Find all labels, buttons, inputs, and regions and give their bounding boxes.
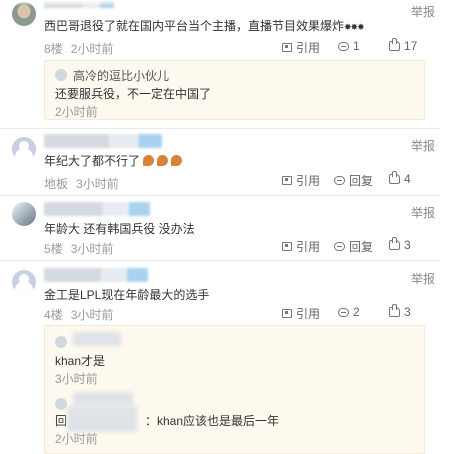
post-time: 3小时前: [70, 308, 114, 322]
reply-text: ：khan应该也是最后一年: [145, 414, 280, 428]
quote-button[interactable]: 引用: [282, 238, 320, 255]
floor-label: 地板: [44, 177, 69, 191]
reply-text: khan才是: [55, 354, 106, 368]
scroll-fade: [0, 0, 449, 6]
post-content: 年纪大了都不行了: [44, 152, 183, 169]
report-link[interactable]: 举报: [411, 270, 435, 287]
reply-time: 3小时前: [55, 372, 98, 386]
quote-button[interactable]: 引用: [282, 39, 320, 56]
post-meta: 5楼 3小时前: [44, 240, 121, 257]
reply-time: 2小时前: [55, 432, 98, 446]
like-button[interactable]: 3: [389, 237, 411, 252]
like-button[interactable]: 17: [389, 38, 417, 53]
quote-icon: [282, 309, 292, 318]
quote-button[interactable]: 引用: [282, 305, 320, 322]
username-blurred: [44, 134, 162, 148]
thumbs-up-icon: [389, 171, 400, 184]
post-content: 西巴哥退役了就在国内平台当个主播，直播节目效果爆炸✸✸✸: [44, 19, 365, 33]
username-blurred: [73, 392, 133, 406]
post-meta: 地板 3小时前: [44, 175, 127, 192]
quote-icon: [282, 176, 292, 185]
reply-username[interactable]: 高冷的逗比小伙儿: [73, 67, 169, 84]
reply-button[interactable]: 回复: [334, 172, 373, 189]
post-content: 年龄大 还有韩国兵役 没办法: [44, 222, 195, 236]
avatar[interactable]: [12, 270, 36, 294]
like-button[interactable]: 3: [389, 304, 411, 319]
reply-button[interactable]: 1: [338, 39, 360, 53]
thumbs-up-icon: [389, 237, 400, 250]
reply-text: 还要服兵役，不一定在中国了: [55, 87, 212, 101]
divider: [0, 195, 440, 196]
drumstick-icon: [143, 155, 155, 166]
avatar: [55, 69, 67, 81]
like-button[interactable]: 4: [389, 171, 411, 186]
post-meta: 4楼 3小时前: [44, 306, 121, 323]
reply-box: khan才是 3小时前 回 ：khan应该也是最后一年 2小时前: [44, 325, 425, 454]
username-blurred: [44, 268, 148, 282]
comment-icon: [334, 176, 345, 185]
avatar: [55, 336, 67, 348]
username-blurred: [67, 406, 137, 432]
report-link[interactable]: 举报: [411, 137, 435, 154]
username-blurred: [73, 332, 121, 346]
post-time: 2小时前: [70, 42, 114, 56]
drumstick-icon: [157, 155, 169, 166]
quote-button[interactable]: 引用: [282, 172, 320, 189]
reply-box: 高冷的逗比小伙儿 还要服兵役，不一定在中国了 2小时前: [44, 60, 425, 120]
floor-label: 4楼: [44, 308, 63, 322]
post-content: 金工是LPL现在年龄最大的选手: [44, 288, 210, 302]
post-meta: 8楼 2小时前: [44, 40, 121, 57]
thumbs-up-icon: [389, 38, 400, 51]
report-link[interactable]: 举报: [411, 204, 435, 221]
thumbs-up-icon: [389, 304, 400, 317]
post-time: 3小时前: [70, 242, 114, 256]
reply-prefix: 回: [55, 414, 68, 428]
comment-icon: [338, 41, 349, 51]
comment-icon: [338, 307, 349, 317]
quote-icon: [282, 242, 292, 251]
avatar[interactable]: [12, 137, 36, 161]
comment-icon: [334, 242, 345, 251]
avatar[interactable]: [12, 202, 36, 226]
reply-button[interactable]: 2: [338, 305, 360, 319]
quote-icon: [282, 43, 292, 52]
divider: [0, 128, 440, 129]
reply-time: 2小时前: [55, 105, 98, 119]
username-blurred: [44, 202, 150, 216]
floor-label: 5楼: [44, 242, 63, 256]
emoji-icon: ✸✸✸: [344, 22, 365, 32]
avatar: [55, 398, 67, 410]
post-time: 3小时前: [76, 177, 119, 191]
floor-label: 8楼: [44, 42, 63, 56]
reply-button[interactable]: 回复: [334, 238, 373, 255]
divider: [0, 260, 440, 261]
drumstick-icon: [171, 155, 183, 166]
